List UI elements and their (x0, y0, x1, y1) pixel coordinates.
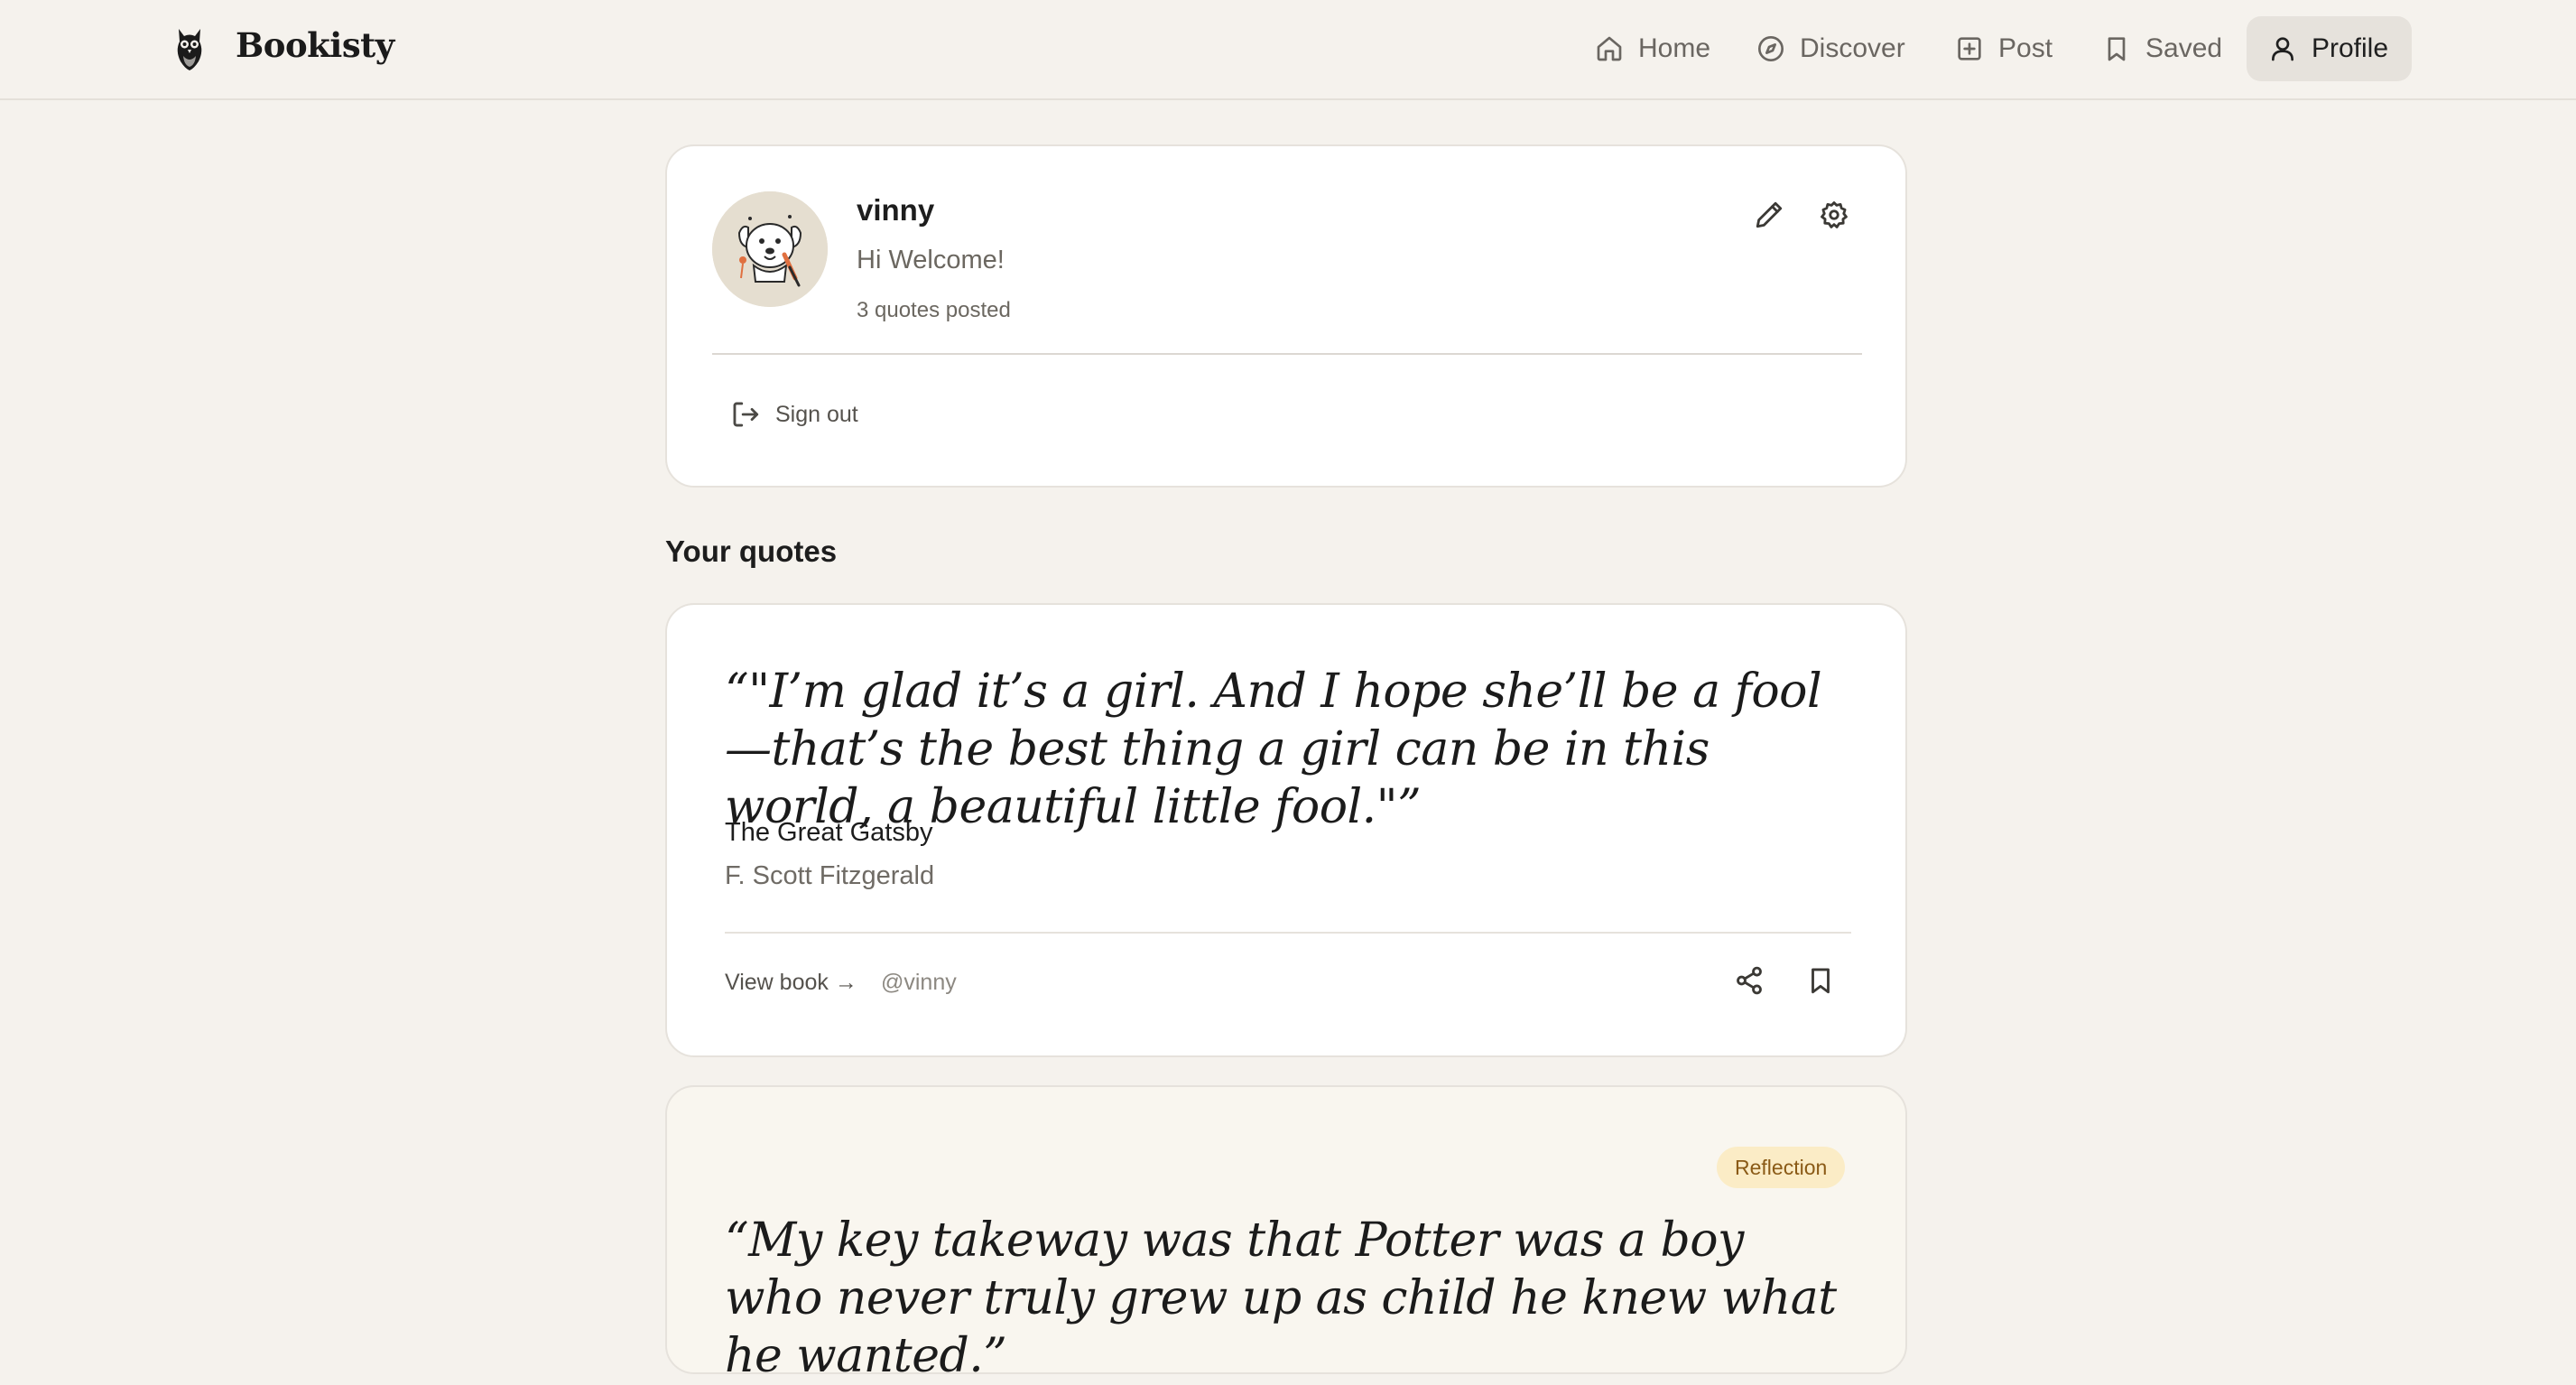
user-icon (2272, 37, 2293, 61)
quote-divider (725, 932, 1851, 934)
dog-avatar-icon (712, 191, 828, 307)
quote-card: Reflection “My key takeway was that Pott… (665, 1085, 1907, 1383)
settings-button[interactable] (1811, 191, 1858, 238)
profile-card: vinny Hi Welcome! 3 quotes posted Sign o… (665, 144, 1907, 488)
profile-divider (712, 353, 1862, 355)
nav-home-label: Home (1638, 33, 1711, 63)
your-quotes-heading: Your quotes (665, 534, 838, 568)
nav-post[interactable]: Post (1933, 16, 2074, 81)
log-out-icon (733, 402, 759, 427)
owl-logo-icon[interactable] (171, 23, 208, 74)
profile-bio: Hi Welcome! (857, 246, 1005, 274)
pencil-icon (1756, 201, 1783, 228)
edit-profile-button[interactable] (1746, 191, 1793, 238)
nav-saved-label: Saved (2145, 33, 2223, 63)
profile-username: vinny (857, 193, 935, 227)
reflection-tag: Reflection (1717, 1147, 1846, 1188)
bookmark-icon (2108, 37, 2126, 61)
sign-out-label: Sign out (775, 401, 858, 427)
share-icon (1737, 966, 1762, 995)
gear-icon (1821, 201, 1848, 228)
nav-profile-label: Profile (2312, 33, 2389, 63)
quote-count: 3 quotes posted (857, 298, 1011, 322)
top-navbar: Bookisty Home Discover Post Saved Profil… (0, 0, 2576, 100)
nav-discover-label: Discover (1800, 33, 1905, 63)
avatar[interactable] (712, 191, 828, 307)
bookmark-button[interactable] (1797, 957, 1844, 1004)
author-handle-link[interactable]: @vinny (881, 970, 957, 996)
nav-discover[interactable]: Discover (1735, 16, 1927, 81)
plus-square-icon (1958, 37, 1981, 60)
brand-name[interactable]: Bookisty (236, 25, 394, 65)
view-book-link[interactable]: View book → (725, 970, 857, 996)
bookmark-icon (1812, 968, 1830, 994)
nav-home[interactable]: Home (1573, 16, 1732, 81)
quote-card: “"I’m glad it’s a girl. And I hope she’l… (665, 603, 1907, 1057)
nav-saved[interactable]: Saved (2080, 16, 2244, 81)
quote-text: “My key takeway was that Potter was a bo… (725, 1213, 1837, 1383)
home-icon (1597, 36, 1622, 61)
sign-out-button[interactable]: Sign out (730, 399, 858, 430)
nav-post-label: Post (1998, 33, 2053, 63)
nav-profile[interactable]: Profile (2247, 16, 2412, 81)
compass-icon (1758, 36, 1784, 61)
book-author: F. Scott Fitzgerald (725, 861, 935, 890)
share-button[interactable] (1726, 957, 1773, 1004)
quote-text: “"I’m glad it’s a girl. And I hope she’l… (725, 665, 1822, 834)
book-title: The Great Gatsby (725, 818, 933, 847)
